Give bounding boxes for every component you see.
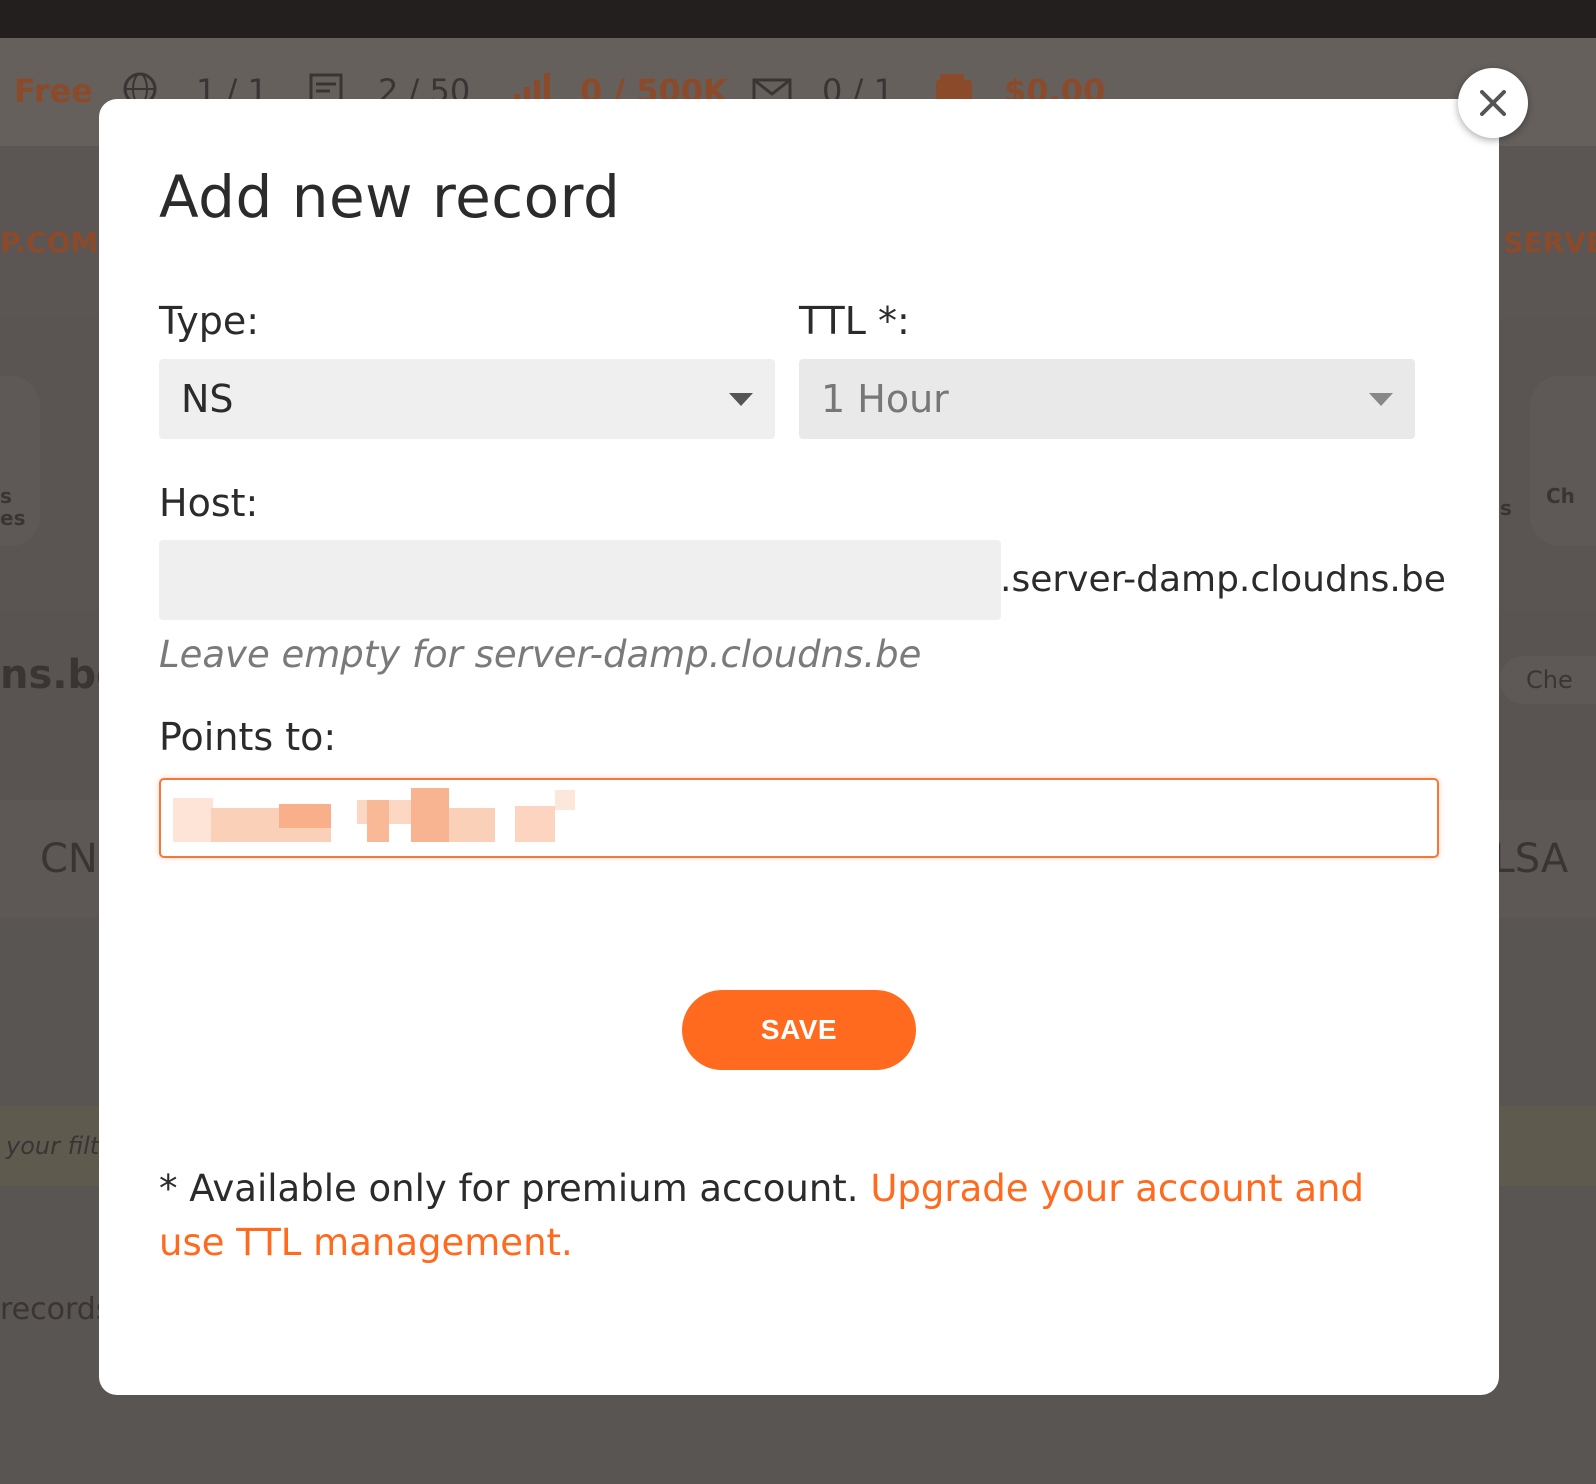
- points-to-input[interactable]: [159, 778, 1439, 858]
- premium-note: * Available only for premium account. Up…: [159, 1162, 1439, 1270]
- host-label: Host:: [159, 481, 259, 525]
- tool-card-right: [1530, 376, 1596, 546]
- add-record-modal: Add new record Type: NS TTL *: 1 Hour Ho…: [99, 99, 1499, 1395]
- type-select[interactable]: NS: [159, 359, 775, 439]
- premium-note-text: * Available only for premium account.: [159, 1167, 871, 1210]
- points-to-label: Points to:: [159, 715, 337, 759]
- browser-top-bar: [0, 0, 1596, 38]
- redacted-value: [173, 798, 213, 842]
- tool-label-right-2: Ch: [1546, 484, 1575, 508]
- redacted-value: [515, 806, 555, 842]
- redacted-value: [555, 790, 575, 810]
- modal-title: Add new record: [159, 163, 621, 231]
- redacted-value: [279, 804, 331, 828]
- host-domain-suffix: .server-damp.cloudns.be: [1000, 559, 1446, 600]
- ttl-select-value: 1 Hour: [821, 377, 949, 421]
- tab-cname-fragment: CN: [40, 836, 98, 882]
- redacted-value: [367, 800, 389, 842]
- type-select-value: NS: [181, 377, 234, 421]
- type-label: Type:: [159, 299, 260, 343]
- ttl-label: TTL *:: [799, 299, 910, 343]
- redacted-value: [449, 808, 495, 842]
- close-modal-button[interactable]: [1458, 68, 1528, 138]
- chevron-down-icon: [1369, 393, 1393, 406]
- check-fragment: Che: [1526, 666, 1573, 694]
- plan-label: Free: [14, 72, 93, 110]
- tool-label-left-2: es: [0, 506, 26, 530]
- chevron-down-icon: [729, 393, 753, 406]
- host-hint: Leave empty for server-damp.cloudns.be: [159, 633, 922, 676]
- filter-notice-fragment: your filt: [6, 1132, 100, 1160]
- ttl-select[interactable]: 1 Hour: [799, 359, 1415, 439]
- records-fragment: records: [0, 1292, 112, 1327]
- redacted-value: [411, 788, 449, 842]
- domain-name-fragment: P.COM: [0, 226, 99, 259]
- close-icon: [1480, 90, 1506, 116]
- tool-label-left-1: s: [0, 484, 12, 508]
- tool-label-right-1: s: [1500, 496, 1512, 520]
- save-button[interactable]: SAVE: [682, 990, 916, 1070]
- host-input[interactable]: [159, 540, 1001, 620]
